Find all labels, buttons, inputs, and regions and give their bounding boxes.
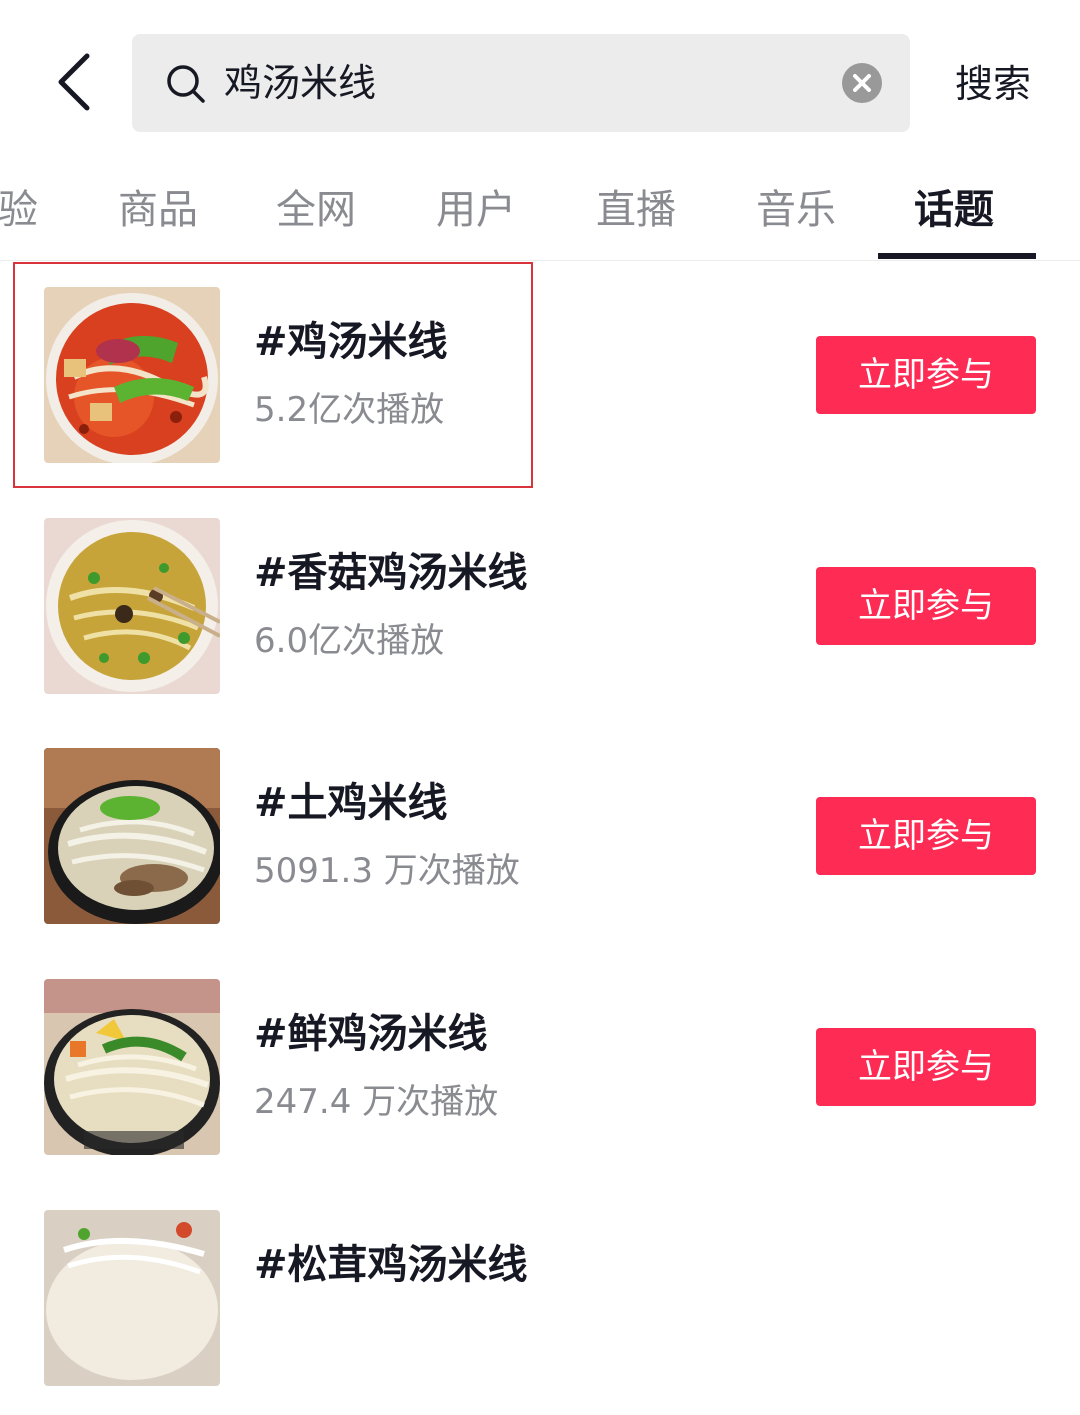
chevron-left-icon (55, 52, 95, 116)
active-tab-indicator (878, 253, 1036, 259)
join-topic-button[interactable]: 立即参与 (816, 797, 1036, 875)
topic-title[interactable]: #鸡汤米线 (254, 314, 448, 370)
tab-all[interactable]: 全网 (276, 180, 356, 240)
topic-view-count: 6.0亿次播放 (254, 621, 445, 661)
join-topic-button[interactable]: 立即参与 (816, 567, 1036, 645)
tab-products[interactable]: 商品 (118, 180, 198, 240)
tab-music[interactable]: 音乐 (756, 180, 836, 240)
topic-thumbnail[interactable] (44, 518, 220, 694)
matsutake-noodle-bowl-image (44, 1210, 220, 1386)
mushroom-noodle-bowl-image (44, 518, 220, 694)
search-input[interactable] (224, 48, 824, 118)
join-topic-button[interactable]: 立即参与 (816, 1028, 1036, 1106)
join-topic-button[interactable]: 立即参与 (816, 336, 1036, 414)
tab-users[interactable]: 用户 (436, 180, 516, 240)
topic-view-count: 5091.3 万次播放 (254, 851, 520, 891)
search-button[interactable]: 搜索 (938, 44, 1048, 124)
spicy-noodle-bowl-image (44, 287, 220, 463)
search-icon (164, 62, 208, 106)
topic-row[interactable]: #土鸡米线 5091.3 万次播放 立即参与 (0, 723, 1080, 953)
topic-thumbnail[interactable] (44, 287, 220, 463)
back-button[interactable] (40, 44, 110, 124)
topic-row[interactable]: #松茸鸡汤米线 (0, 1185, 1080, 1415)
topic-title[interactable]: #鲜鸡汤米线 (254, 1006, 488, 1062)
clear-icon[interactable] (842, 63, 882, 103)
topic-row[interactable]: #鸡汤米线 5.2亿次播放 立即参与 (0, 262, 1080, 492)
topic-row[interactable]: #香菇鸡汤米线 6.0亿次播放 立即参与 (0, 493, 1080, 723)
topic-thumbnail[interactable] (44, 1210, 220, 1386)
tab-live[interactable]: 直播 (596, 180, 676, 240)
topic-row[interactable]: #鲜鸡汤米线 247.4 万次播放 立即参与 (0, 954, 1080, 1184)
tab-topics[interactable]: 话题 (914, 180, 994, 240)
tab-bar: 验 商品 全网 用户 直播 音乐 话题 (0, 160, 1080, 261)
topic-thumbnail[interactable] (44, 748, 220, 924)
topic-thumbnail[interactable] (44, 979, 220, 1155)
topic-title[interactable]: #松茸鸡汤米线 (254, 1237, 528, 1293)
topic-title[interactable]: #土鸡米线 (254, 775, 448, 831)
topic-title[interactable]: #香菇鸡汤米线 (254, 545, 528, 601)
search-box[interactable] (132, 34, 910, 132)
topic-view-count: 5.2亿次播放 (254, 390, 445, 430)
chicken-noodle-bowl-image (44, 748, 220, 924)
fresh-chicken-noodle-bowl-image (44, 979, 220, 1155)
topic-view-count: 247.4 万次播放 (254, 1082, 499, 1122)
tab-experience[interactable]: 验 (0, 180, 38, 240)
